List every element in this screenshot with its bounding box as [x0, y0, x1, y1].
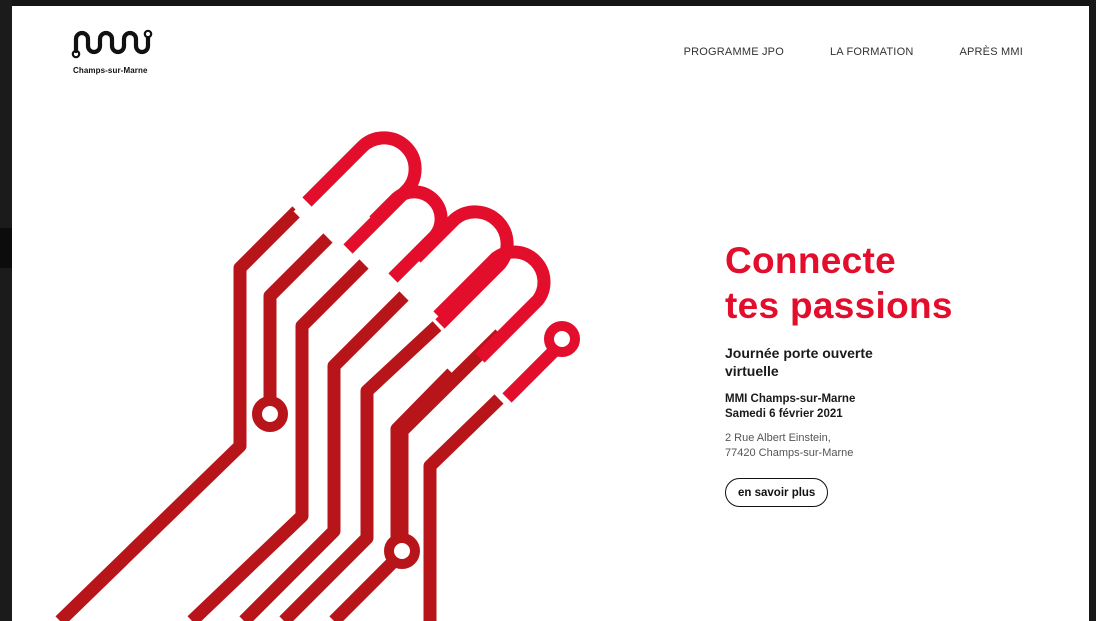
nav-programme-jpo[interactable]: PROGRAMME JPO	[684, 46, 784, 58]
mmi-logo[interactable]: Champs-sur-Marne	[70, 24, 160, 80]
event-address: 2 Rue Albert Einstein, 77420 Champs-sur-…	[725, 431, 1065, 461]
nav-apres-mmi[interactable]: APRÈS MMI	[959, 46, 1023, 58]
event-date: Samedi 6 février 2021	[725, 408, 843, 420]
hero-section: Connecte tes passions Journée porte ouve…	[725, 238, 1065, 507]
hero-title-line2: tes passions	[725, 285, 953, 326]
event-location: MMI Champs-sur-Marne	[725, 393, 856, 405]
logo-caption: Champs-sur-Marne	[73, 66, 148, 75]
learn-more-button[interactable]: en savoir plus	[725, 478, 829, 507]
hero-title-line1: Connecte	[725, 240, 896, 281]
address-city: 77420 Champs-sur-Marne	[725, 447, 854, 459]
main-nav: PROGRAMME JPO LA FORMATION APRÈS MMI	[684, 46, 1023, 58]
nav-la-formation[interactable]: LA FORMATION	[830, 46, 913, 58]
mmi-logo-icon	[71, 29, 153, 59]
browser-right-edge	[1089, 0, 1096, 621]
landing-page: Champs-sur-Marne PROGRAMME JPO LA FORMAT…	[12, 6, 1089, 621]
address-street: 2 Rue Albert Einstein,	[725, 432, 831, 444]
browser-left-edge	[0, 0, 12, 621]
hero-title: Connecte tes passions	[725, 238, 1065, 328]
browser-left-band	[0, 228, 12, 268]
event-info: MMI Champs-sur-Marne Samedi 6 février 20…	[725, 392, 1065, 422]
hero-subtitle: Journée porte ouverte virtuelle	[725, 345, 873, 379]
